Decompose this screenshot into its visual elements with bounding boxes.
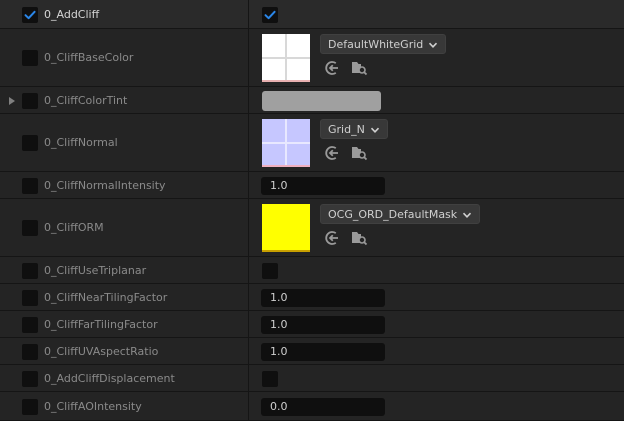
texture-asset-name: DefaultWhiteGrid	[328, 38, 424, 51]
override-checkbox[interactable]	[22, 177, 38, 194]
override-checkbox[interactable]	[22, 220, 38, 236]
param-row-0-addcliffdisplacement: 0_AddCliffDisplacement	[0, 365, 624, 392]
texture-asset-dropdown[interactable]: OCG_ORD_DefaultMask	[320, 204, 481, 224]
param-name-cell: 0_CliffORM	[0, 199, 248, 257]
param-value-cell: 1.0	[249, 284, 624, 311]
grid-line	[262, 57, 310, 59]
texture-asset-dropdown[interactable]: DefaultWhiteGrid	[320, 34, 447, 54]
param-value-cell: DefaultWhiteGrid	[249, 29, 624, 87]
number-field[interactable]: 1.0	[261, 288, 385, 307]
value-checkbox[interactable]	[262, 262, 278, 279]
param-label: 0_CliffNormalIntensity	[44, 178, 166, 192]
param-name-cell: 0_CliffColorTint	[0, 87, 248, 114]
texture-asset-name: Grid_N	[328, 123, 365, 136]
color-swatch[interactable]	[262, 90, 381, 111]
param-label: 0_AddCliff	[44, 7, 100, 21]
param-name-cell: 0_CliffNearTilingFactor	[0, 284, 248, 311]
param-label: 0_CliffNearTilingFactor	[44, 290, 168, 304]
param-label: 0_CliffUVAspectRatio	[44, 344, 159, 358]
override-checkbox[interactable]	[22, 135, 38, 151]
param-value-cell: 1.0	[249, 338, 624, 365]
param-row-0-cliffneartilingfactor: 0_CliffNearTilingFactor 1.0	[0, 284, 624, 311]
param-row-0-cliffaointensity: 0_CliffAOIntensity 0.0	[0, 392, 624, 421]
param-value-cell	[249, 257, 624, 284]
chevron-down-icon	[370, 127, 379, 133]
number-field[interactable]: 1.0	[261, 342, 385, 361]
override-checkbox[interactable]	[22, 6, 38, 23]
param-row-0-cliffuvaspectratio: 0_CliffUVAspectRatio 1.0	[0, 338, 624, 365]
use-selected-asset-icon[interactable]	[323, 144, 341, 162]
param-name-cell: 0_AddCliff	[0, 0, 248, 29]
browse-asset-icon[interactable]	[350, 59, 368, 77]
use-selected-asset-icon[interactable]	[323, 59, 341, 77]
browse-asset-icon[interactable]	[350, 144, 368, 162]
texture-asset-name: OCG_ORD_DefaultMask	[328, 208, 458, 221]
use-selected-asset-icon[interactable]	[323, 229, 341, 247]
param-name-cell: 0_CliffNormal	[0, 114, 248, 172]
param-name-cell: 0_CliffFarTilingFactor	[0, 311, 248, 338]
param-row-0-addcliff: 0_AddCliff	[0, 0, 624, 29]
param-value-cell: 1.0	[249, 311, 624, 338]
override-checkbox[interactable]	[22, 262, 38, 279]
param-value-cell: OCG_ORD_DefaultMask	[249, 199, 624, 257]
chevron-down-icon	[429, 42, 438, 48]
param-label: 0_CliffNormal	[44, 136, 118, 149]
override-checkbox[interactable]	[22, 398, 38, 415]
param-row-0-cliffcolortint: 0_CliffColorTint	[0, 87, 624, 114]
number-field[interactable]: 1.0	[261, 176, 385, 195]
texture-thumbnail[interactable]	[262, 204, 310, 252]
param-name-cell: 0_AddCliffDisplacement	[0, 365, 248, 392]
param-value-cell	[249, 87, 624, 114]
param-label: 0_CliffFarTilingFactor	[44, 317, 158, 331]
param-name-cell: 0_CliffBaseColor	[0, 29, 248, 87]
param-name-cell: 0_CliffNormalIntensity	[0, 172, 248, 199]
override-checkbox[interactable]	[22, 289, 38, 306]
override-checkbox[interactable]	[22, 370, 38, 387]
grid-line	[262, 142, 310, 144]
browse-asset-icon[interactable]	[350, 229, 368, 247]
override-checkbox[interactable]	[22, 92, 38, 109]
param-row-0-cliffusetriplanar: 0_CliffUseTriplanar	[0, 257, 624, 284]
expand-arrow-icon[interactable]	[9, 96, 15, 105]
param-value-cell: Grid_N	[249, 114, 624, 172]
param-value-cell	[249, 0, 624, 29]
param-label: 0_AddCliffDisplacement	[44, 371, 175, 385]
value-checkbox[interactable]	[262, 370, 278, 387]
param-value-cell	[249, 365, 624, 392]
param-name-cell: 0_CliffAOIntensity	[0, 392, 248, 421]
param-label: 0_CliffORM	[44, 221, 104, 234]
texture-thumbnail[interactable]	[262, 119, 310, 167]
material-parameters-panel: 0_AddCliff 0_CliffBaseColor DefaultWhiteGr…	[0, 0, 624, 421]
override-checkbox[interactable]	[22, 343, 38, 360]
override-checkbox[interactable]	[22, 316, 38, 333]
number-field[interactable]: 1.0	[261, 315, 385, 334]
param-label: 0_CliffBaseColor	[44, 51, 134, 64]
param-row-0-clifform: 0_CliffORM OCG_ORD_DefaultMask	[0, 199, 624, 257]
param-name-cell: 0_CliffUVAspectRatio	[0, 338, 248, 365]
chevron-down-icon	[463, 212, 472, 218]
param-label: 0_CliffColorTint	[44, 93, 128, 107]
param-row-0-cliffnormalintensity: 0_CliffNormalIntensity 1.0	[0, 172, 624, 199]
param-row-0-cliffbasecolor: 0_CliffBaseColor DefaultWhiteGrid	[0, 29, 624, 87]
param-row-0-clifffartilingfactor: 0_CliffFarTilingFactor 1.0	[0, 311, 624, 338]
value-checkbox[interactable]	[262, 6, 278, 23]
param-name-cell: 0_CliffUseTriplanar	[0, 257, 248, 284]
param-label: 0_CliffAOIntensity	[44, 399, 142, 413]
number-field[interactable]: 0.0	[261, 397, 385, 416]
param-value-cell: 1.0	[249, 172, 624, 199]
override-checkbox[interactable]	[22, 50, 38, 66]
texture-asset-dropdown[interactable]: Grid_N	[320, 119, 388, 139]
param-label: 0_CliffUseTriplanar	[44, 263, 147, 277]
param-row-0-cliffnormal: 0_CliffNormal Grid_N	[0, 114, 624, 172]
texture-thumbnail[interactable]	[262, 34, 310, 82]
param-value-cell: 0.0	[249, 392, 624, 421]
